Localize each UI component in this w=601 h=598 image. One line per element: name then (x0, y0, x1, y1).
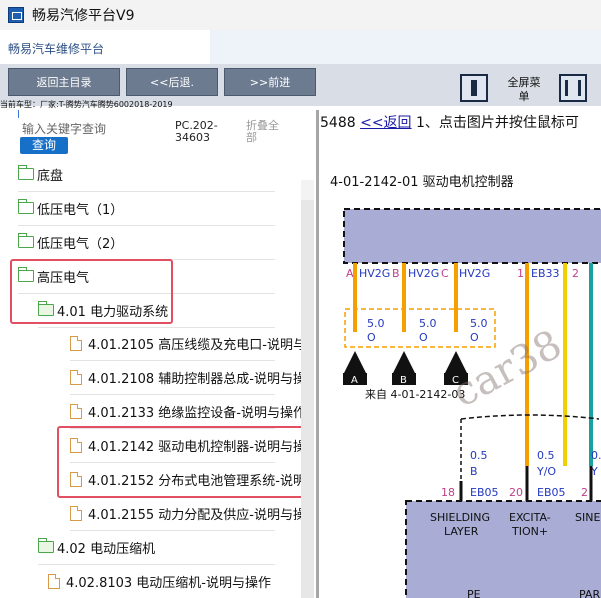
tree-item-label: 低压电气（1） (37, 202, 124, 218)
tree-item[interactable]: 低压电气（1） (18, 191, 123, 225)
split-view-icon[interactable] (559, 74, 587, 102)
panel-toggle-icon[interactable] (460, 74, 488, 102)
tree-item-label: 4.02.8103 电动压缩机-说明与操作 (66, 575, 271, 591)
tree-item[interactable]: 4.02 电动压缩机 (38, 530, 155, 564)
wire-spec-1: 0.5 (537, 449, 555, 462)
pin-mid-0: 18 (441, 486, 455, 499)
wire-color-0: B (470, 465, 478, 478)
back-button[interactable]: <<后退. (126, 68, 218, 96)
tree-item-label: 底盘 (37, 168, 64, 184)
box-label-3: TION+ (511, 525, 548, 538)
wire-spec-2: 0.5 (591, 449, 601, 462)
tree-item-label: 低压电气（2） (37, 236, 124, 252)
tree-item[interactable]: 4.02.8103 电动压缩机-说明与操作 (48, 564, 271, 598)
scrollbar-up[interactable] (301, 180, 314, 200)
folder-icon (18, 199, 34, 214)
voltage-0: 5.0 (367, 317, 385, 330)
pin-label-3: HV2G (408, 267, 439, 280)
instruction-text: 1、点击图片并按住鼠标可 (416, 115, 579, 131)
from-label: 来自 4-01-2142-03 (365, 388, 465, 401)
pin-label-7: EB33 (531, 267, 560, 280)
fullscreen-menu-label[interactable]: 全屏菜单 (506, 76, 542, 104)
app-icon (8, 7, 24, 23)
o-label-2: O (470, 331, 479, 344)
module-box-top (343, 208, 601, 264)
title-bar: 畅易汽修平台V9 (0, 0, 601, 30)
document-icon (70, 335, 82, 351)
pc-code: PC.202-34603 (175, 119, 218, 144)
box-label-0: SHIELDING (430, 511, 490, 524)
pin-label-6: 1 (517, 267, 524, 280)
tree-item[interactable]: 4.01.2155 动力分配及供应-说明与操 (70, 496, 306, 530)
wire-color-1: Y/O (536, 465, 556, 478)
highlight-box-docs (57, 426, 307, 498)
right-panel: 5488 <<返回 1、点击图片并按住鼠标可 4-01-2142-01 驱动电机… (319, 110, 601, 598)
scrollbar[interactable] (301, 200, 314, 598)
pin-label-8: 2 (572, 267, 579, 280)
tree-item[interactable]: 4.01.2108 辅助控制器总成-说明与操 (70, 360, 306, 394)
folder-icon (38, 538, 54, 553)
wire-spec-0: 0.5 (470, 449, 488, 462)
tree-item[interactable]: 低压电气（2） (18, 225, 123, 259)
wiring-diagram[interactable]: 4-01-2142-01 驱动电机控制器 A HV2G B HV2G C HV2… (319, 136, 601, 598)
bottom-label-1: PAR (579, 588, 600, 598)
forward-button[interactable]: >>前进 (224, 68, 316, 96)
tree-item[interactable]: 4.01.2133 绝缘监控设备-说明与操作 (70, 394, 306, 428)
voltage-1: 5.0 (419, 317, 437, 330)
document-icon (70, 403, 82, 419)
tree-item-label: 4.01.2108 辅助控制器总成-说明与操 (88, 371, 306, 387)
tree-item-label: 4.01.2155 动力分配及供应-说明与操 (88, 507, 306, 523)
tree-item-label: 4.01.2105 高压线缆及充电口-说明与 (88, 337, 306, 353)
pin-label-1: HV2G (359, 267, 390, 280)
pin-mid-2: 20 (509, 486, 523, 499)
pin-mid-4: 2 (581, 486, 588, 499)
connector-b: B (400, 375, 407, 386)
tree-item-label: 4.02 电动压缩机 (57, 541, 156, 557)
box-label-2: EXCITA- (509, 511, 551, 524)
folder-icon (18, 233, 34, 248)
tree-item-label: 4.01.2133 绝缘监控设备-说明与操作 (88, 405, 306, 421)
pin-label-0: A (346, 267, 354, 280)
highlight-box-hv (10, 259, 173, 324)
box-label-4: SINE (575, 511, 600, 524)
connector-a: A (351, 375, 358, 386)
tab-bar: 畅易汽车维修平台 (0, 30, 601, 64)
tree-item[interactable]: 底盘 (18, 157, 63, 191)
corner-marker (18, 110, 19, 118)
pin-mid-1: EB05 (470, 486, 499, 499)
o-label-1: O (419, 331, 428, 344)
o-label-0: O (367, 331, 376, 344)
pins-top: A HV2G B HV2G C HV2G 1 EB33 2 (346, 267, 579, 280)
back-link[interactable]: <<返回 (360, 115, 411, 131)
tab-main[interactable]: 畅易汽车维修平台 (0, 30, 210, 64)
header-prefix: 5488 (320, 115, 356, 131)
tree-item[interactable]: 4.01.2105 高压线缆及充电口-说明与 (70, 326, 306, 360)
search-input[interactable]: 输入关键字查询 (22, 120, 106, 137)
voltage-2: 5.0 (470, 317, 488, 330)
collapse-all-button[interactable]: 折叠全部 (246, 120, 286, 144)
current-vehicle: 当前车型：厂家:T-腾势汽车腾势6002018-2019 (0, 100, 173, 109)
folder-icon (18, 165, 34, 180)
document-icon (70, 369, 82, 385)
diagram-title: 4-01-2142-01 驱动电机控制器 (330, 175, 514, 190)
pin-label-5: HV2G (459, 267, 490, 280)
back-main-button[interactable]: 返回主目录 (8, 68, 120, 96)
document-icon (70, 505, 82, 521)
pin-label-4: C (441, 267, 449, 280)
search-button[interactable]: 查询 (20, 137, 68, 154)
content-header: 5488 <<返回 1、点击图片并按住鼠标可 (320, 112, 579, 132)
pin-label-2: B (392, 267, 400, 280)
bottom-label-0: PE (467, 588, 481, 598)
pin-mid-3: EB05 (537, 486, 566, 499)
box-label-1: LAYER (444, 525, 479, 538)
left-panel: 输入关键字查询 查询 PC.202-34603 折叠全部 底盘低压电气（1） 低压… (0, 110, 316, 598)
document-icon (48, 573, 60, 589)
window-title: 畅易汽修平台V9 (32, 8, 135, 24)
